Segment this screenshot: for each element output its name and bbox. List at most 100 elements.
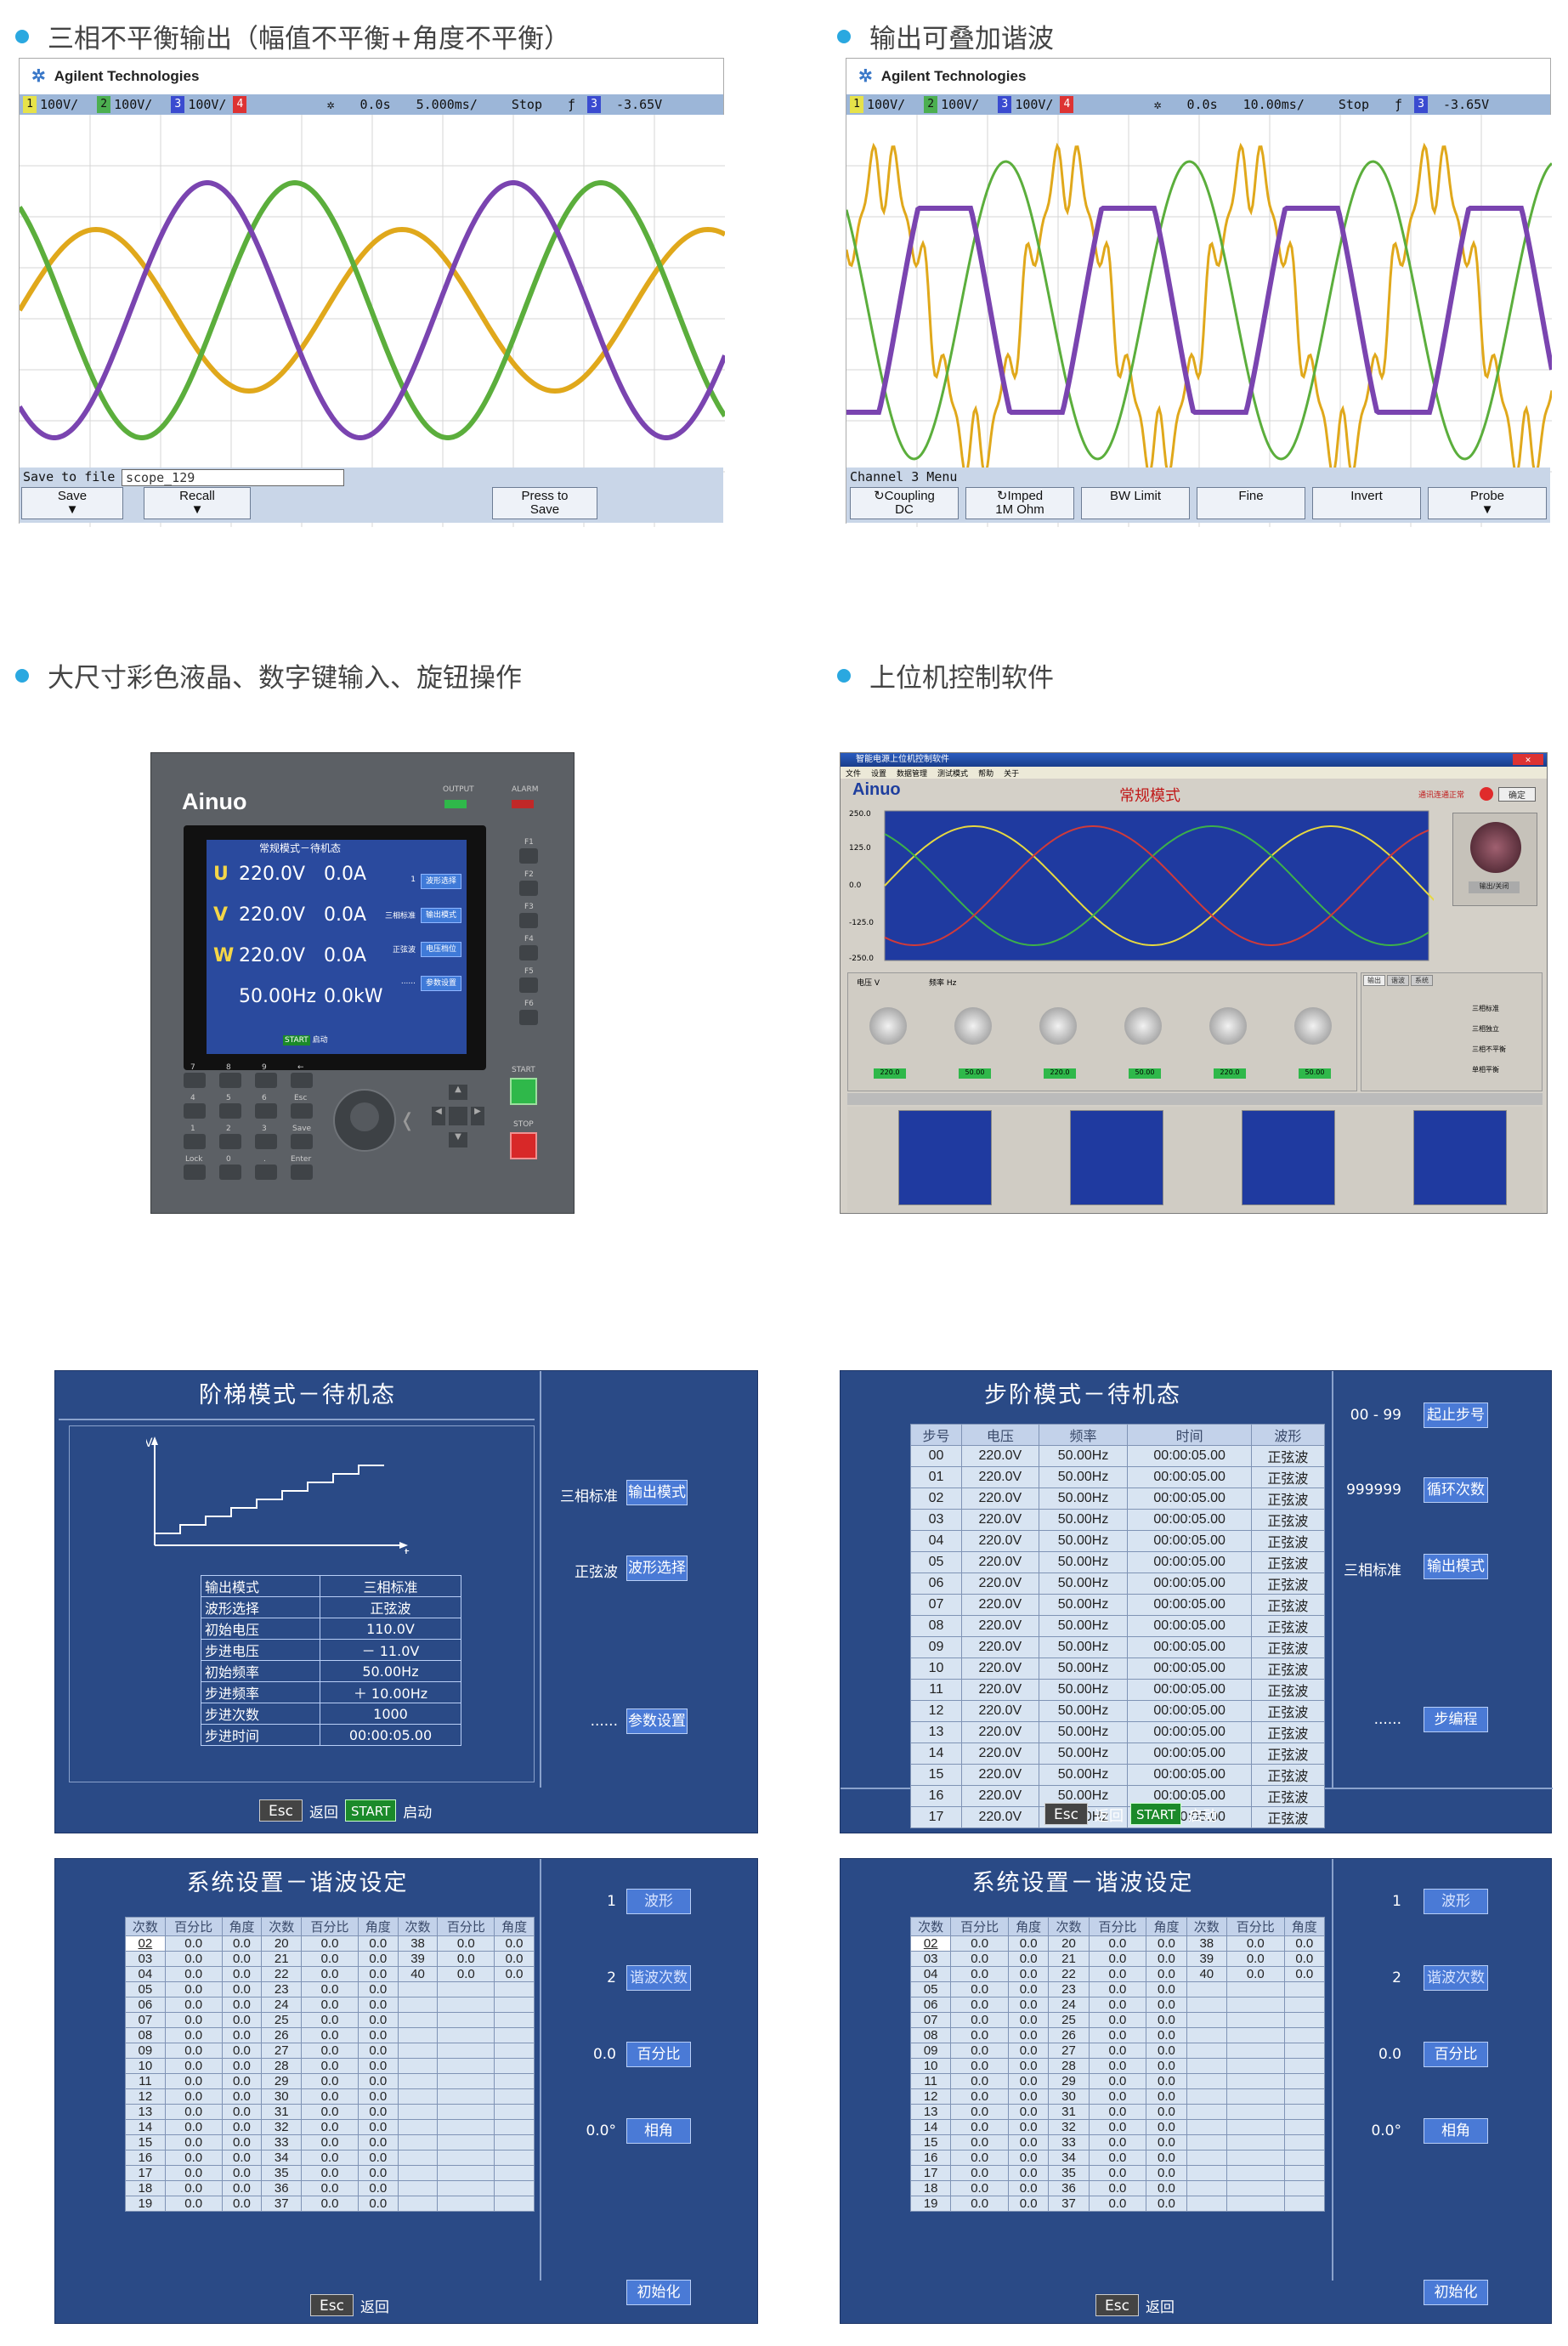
menu-item[interactable]: 数据管理 xyxy=(897,768,927,779)
tab-output[interactable]: 输出 xyxy=(1363,975,1385,986)
stop-key[interactable] xyxy=(510,1132,537,1159)
bw-limit-softkey[interactable]: BW Limit xyxy=(1081,487,1190,519)
step-range-button[interactable]: 起止步号 xyxy=(1424,1402,1488,1428)
esc-key[interactable]: Esc xyxy=(1044,1803,1088,1825)
param-settings-button[interactable]: 参数设置 xyxy=(626,1708,688,1734)
table-row[interactable]: 04 220.0V 50.00Hz 00:00:05.00 正弦波 xyxy=(909,1530,1326,1552)
percentage-button[interactable]: 百分比 xyxy=(626,2042,691,2067)
table-row[interactable]: 02 0.0 0.0 20 0.0 0.0 38 0.0 0.0 xyxy=(909,1935,1326,1952)
table-row[interactable]: 09 220.0V 50.00Hz 00:00:05.00 正弦波 xyxy=(909,1636,1326,1658)
output-toggle-button[interactable] xyxy=(1470,822,1521,873)
table-row[interactable]: 14 0.0 0.0 32 0.0 0.0 xyxy=(909,2119,1326,2135)
save-filename-field[interactable]: scope_129 xyxy=(122,469,344,486)
table-row[interactable]: 13 0.0 0.0 31 0.0 0.0 xyxy=(125,2104,535,2120)
table-row[interactable]: 06 0.0 0.0 24 0.0 0.0 xyxy=(909,1997,1326,2013)
rotary-knob[interactable] xyxy=(333,1089,396,1152)
table-row[interactable]: 15 220.0V 50.00Hz 00:00:05.00 正弦波 xyxy=(909,1764,1326,1786)
start-key[interactable]: START xyxy=(1129,1803,1182,1825)
invert-softkey[interactable]: Invert xyxy=(1312,487,1421,519)
imped-softkey[interactable]: ↻Imped 1M Ohm xyxy=(965,487,1074,519)
recall-softkey[interactable]: Recall ▼ xyxy=(144,487,251,519)
loop-count-button[interactable]: 循环次数 xyxy=(1424,1477,1488,1503)
table-row[interactable]: 05 0.0 0.0 23 0.0 0.0 xyxy=(909,1981,1326,1998)
save-softkey[interactable]: Save ▼ xyxy=(21,487,123,519)
voltage-knob[interactable] xyxy=(869,1007,907,1045)
arrow-up-key[interactable]: ▲ xyxy=(449,1085,467,1100)
table-row[interactable]: 11 220.0V 50.00Hz 00:00:05.00 正弦波 xyxy=(909,1679,1326,1701)
table-row[interactable]: 09 0.0 0.0 27 0.0 0.0 xyxy=(909,2043,1326,2059)
ok-button[interactable]: 确定 xyxy=(1498,787,1536,802)
menu-item[interactable]: 测试模式 xyxy=(937,768,968,779)
table-row[interactable]: 02 220.0V 50.00Hz 00:00:05.00 正弦波 xyxy=(909,1488,1326,1510)
table-row[interactable]: 09 0.0 0.0 27 0.0 0.0 xyxy=(125,2043,535,2059)
table-row[interactable]: 13 0.0 0.0 31 0.0 0.0 xyxy=(909,2104,1326,2120)
table-row[interactable]: 13 220.0V 50.00Hz 00:00:05.00 正弦波 xyxy=(909,1721,1326,1743)
table-row[interactable]: 18 0.0 0.0 36 0.0 0.0 xyxy=(909,2180,1326,2196)
esc-key[interactable]: Esc xyxy=(310,2294,354,2316)
close-window-icon[interactable]: ✕ xyxy=(1513,754,1543,765)
table-row[interactable]: 00 220.0V 50.00Hz 00:00:05.00 正弦波 xyxy=(909,1445,1326,1467)
table-row[interactable]: 08 0.0 0.0 26 0.0 0.0 xyxy=(125,2027,535,2043)
probe-softkey[interactable]: Probe ▼ xyxy=(1428,487,1547,519)
table-row[interactable]: 04 0.0 0.0 22 0.0 0.0 40 0.0 0.0 xyxy=(125,1966,535,1982)
table-row[interactable]: 11 0.0 0.0 29 0.0 0.0 xyxy=(125,2073,535,2089)
initialize-button[interactable]: 初始化 xyxy=(626,2280,691,2305)
start-key[interactable]: START xyxy=(344,1799,397,1822)
table-row[interactable]: 01 220.0V 50.00Hz 00:00:05.00 正弦波 xyxy=(909,1466,1326,1488)
table-row[interactable]: 12 220.0V 50.00Hz 00:00:05.00 正弦波 xyxy=(909,1700,1326,1722)
table-row[interactable]: 18 0.0 0.0 36 0.0 0.0 xyxy=(125,2180,535,2196)
table-row[interactable]: 10 220.0V 50.00Hz 00:00:05.00 正弦波 xyxy=(909,1658,1326,1680)
mode-option[interactable]: 单相平衡 xyxy=(1472,1060,1506,1080)
frequency-knob[interactable] xyxy=(1124,1007,1162,1045)
harmonic-order-button[interactable]: 谐波次数 xyxy=(626,1965,691,1991)
table-row[interactable]: 02 0.0 0.0 20 0.0 0.0 38 0.0 0.0 xyxy=(125,1935,535,1952)
table-row[interactable]: 10 0.0 0.0 28 0.0 0.0 xyxy=(909,2058,1326,2074)
ok-key[interactable] xyxy=(449,1107,467,1125)
step-program-button[interactable]: 步编程 xyxy=(1424,1707,1488,1732)
menu-item[interactable]: 关于 xyxy=(1004,768,1019,779)
table-row[interactable]: 19 0.0 0.0 37 0.0 0.0 xyxy=(125,2196,535,2212)
voltage-knob[interactable] xyxy=(1209,1007,1247,1045)
table-row[interactable]: 07 220.0V 50.00Hz 00:00:05.00 正弦波 xyxy=(909,1594,1326,1616)
percentage-button[interactable]: 百分比 xyxy=(1424,2042,1488,2067)
table-row[interactable]: 19 0.0 0.0 37 0.0 0.0 xyxy=(909,2196,1326,2212)
table-row[interactable]: 15 0.0 0.0 33 0.0 0.0 xyxy=(909,2134,1326,2150)
menu-item[interactable]: 文件 xyxy=(846,768,861,779)
mode-option[interactable]: 三相独立 xyxy=(1472,1019,1506,1040)
table-row[interactable]: 11 0.0 0.0 29 0.0 0.0 xyxy=(909,2073,1326,2089)
mode-option[interactable]: 三相不平衡 xyxy=(1472,1040,1506,1060)
waveform-button[interactable]: 波形 xyxy=(1424,1889,1488,1914)
table-row[interactable]: 04 0.0 0.0 22 0.0 0.0 40 0.0 0.0 xyxy=(909,1966,1326,1982)
table-row[interactable]: 05 220.0V 50.00Hz 00:00:05.00 正弦波 xyxy=(909,1551,1326,1573)
voltage-knob[interactable] xyxy=(1039,1007,1077,1045)
arrow-right-key[interactable]: ▶ xyxy=(471,1107,484,1125)
esc-key[interactable]: Esc xyxy=(259,1799,303,1822)
harmonic-order-button[interactable]: 谐波次数 xyxy=(1424,1965,1488,1991)
menu-item[interactable]: 帮助 xyxy=(978,768,993,779)
table-row[interactable]: 16 0.0 0.0 34 0.0 0.0 xyxy=(909,2150,1326,2166)
table-row[interactable]: 06 0.0 0.0 24 0.0 0.0 xyxy=(125,1997,535,2013)
frequency-knob[interactable] xyxy=(954,1007,992,1045)
table-row[interactable]: 16 0.0 0.0 34 0.0 0.0 xyxy=(125,2150,535,2166)
start-key[interactable] xyxy=(510,1078,537,1105)
press-to-save-softkey[interactable]: Press to Save xyxy=(492,487,597,519)
table-row[interactable]: 03 220.0V 50.00Hz 00:00:05.00 正弦波 xyxy=(909,1509,1326,1531)
arrow-down-key[interactable]: ▼ xyxy=(449,1132,467,1148)
coupling-softkey[interactable]: ↻Coupling DC xyxy=(850,487,959,519)
arrow-left-key[interactable]: ◀ xyxy=(432,1107,445,1125)
waveform-select-button[interactable]: 波形选择 xyxy=(626,1556,688,1581)
table-row[interactable]: 14 0.0 0.0 32 0.0 0.0 xyxy=(125,2119,535,2135)
table-row[interactable]: 05 0.0 0.0 23 0.0 0.0 xyxy=(125,1981,535,1998)
table-row[interactable]: 14 220.0V 50.00Hz 00:00:05.00 正弦波 xyxy=(909,1742,1326,1765)
output-mode-button[interactable]: 输出模式 xyxy=(626,1480,688,1505)
tab-harmonic[interactable]: 谐波 xyxy=(1387,975,1409,986)
table-row[interactable]: 06 220.0V 50.00Hz 00:00:05.00 正弦波 xyxy=(909,1572,1326,1595)
output-mode-button[interactable]: 输出模式 xyxy=(1424,1554,1488,1579)
tab-system[interactable]: 系统 xyxy=(1411,975,1433,986)
table-row[interactable]: 07 0.0 0.0 25 0.0 0.0 xyxy=(125,2012,535,2028)
table-row[interactable]: 08 220.0V 50.00Hz 00:00:05.00 正弦波 xyxy=(909,1615,1326,1637)
table-row[interactable]: 10 0.0 0.0 28 0.0 0.0 xyxy=(125,2058,535,2074)
fine-softkey[interactable]: Fine xyxy=(1197,487,1305,519)
table-row[interactable]: 03 0.0 0.0 21 0.0 0.0 39 0.0 0.0 xyxy=(125,1951,535,1967)
mode-option[interactable]: 三相标准 xyxy=(1472,999,1506,1019)
